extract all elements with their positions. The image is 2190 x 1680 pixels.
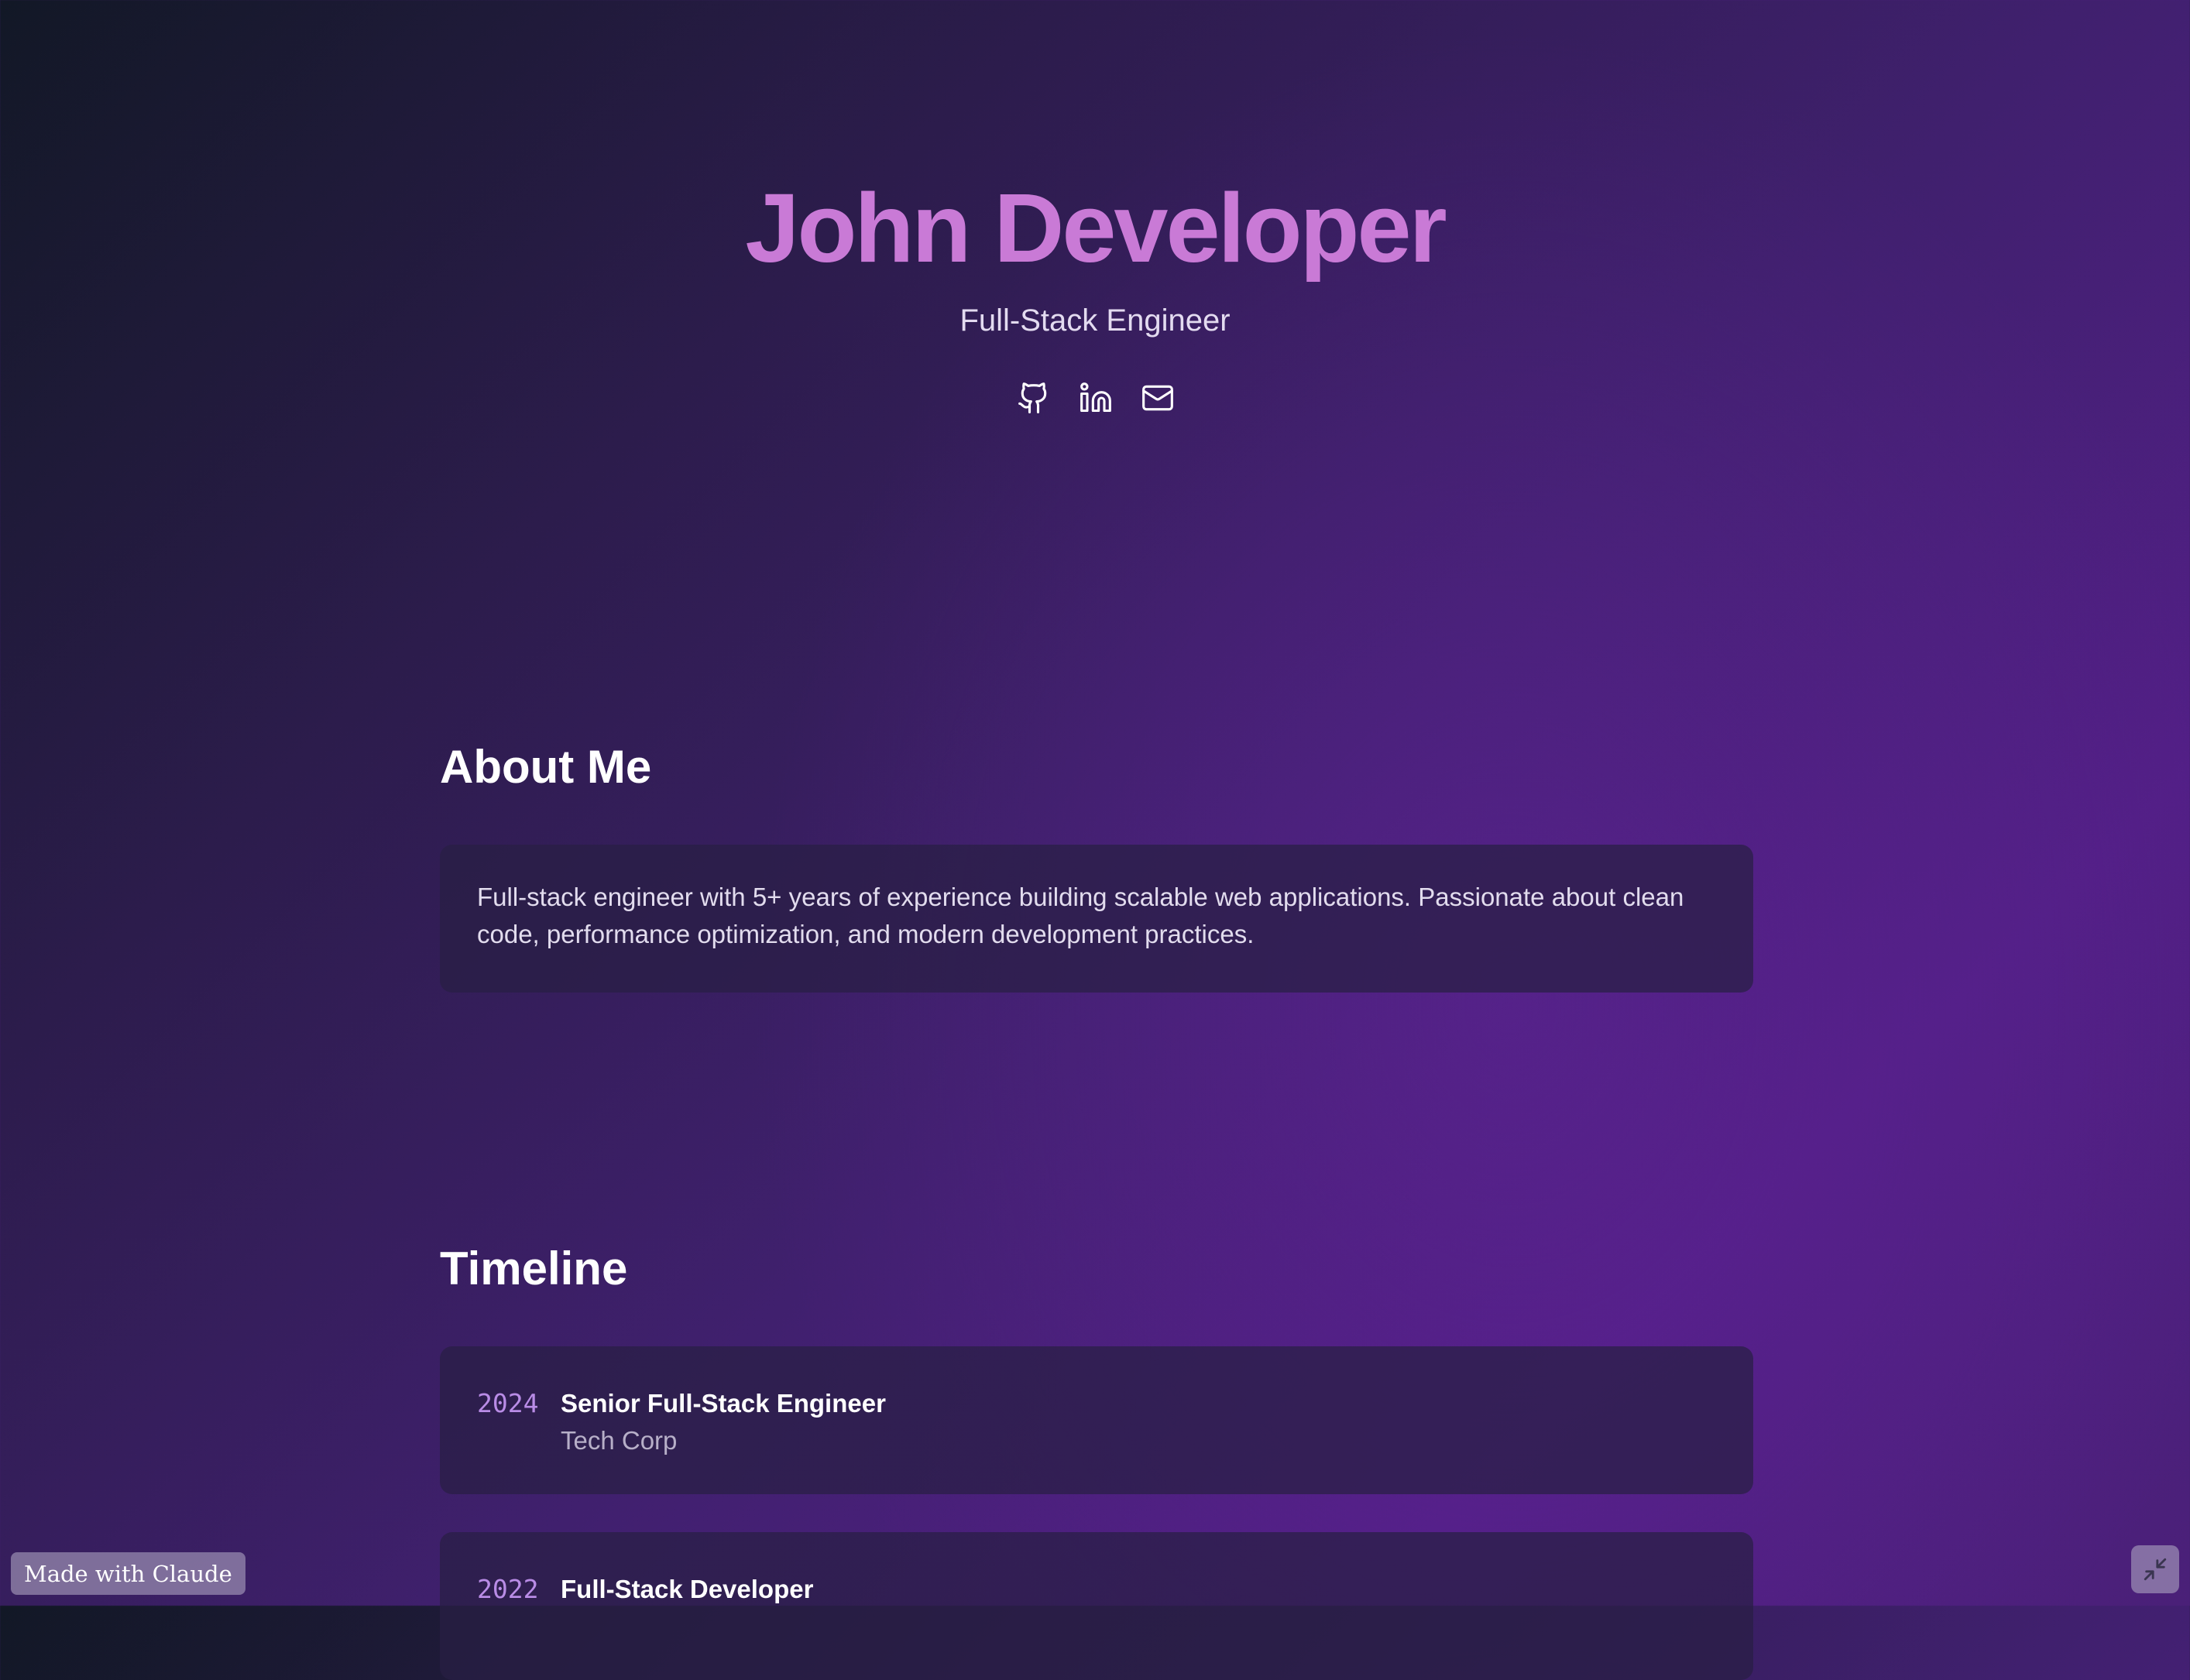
timeline-item: 2024 Senior Full-Stack Engineer Tech Cor… [440,1346,1753,1494]
email-link[interactable] [1138,379,1177,417]
timeline-company: Tech Corp [561,1426,678,1455]
social-links [1014,378,1177,418]
about-text: Full-stack engineer with 5+ years of exp… [477,883,1684,948]
about-heading: About Me [440,741,652,793]
collapse-button[interactable] [2131,1545,2179,1593]
github-link[interactable] [1014,379,1053,417]
timeline-year: 2022 [477,1574,539,1604]
collapse-icon [2144,1558,2167,1581]
timeline-title: Full-Stack Developer [561,1575,814,1603]
hero-role: Full-Stack Engineer [959,303,1231,338]
timeline-heading: Timeline [440,1243,628,1294]
github-icon [1018,382,1047,413]
hero-name: John Developer [745,173,1447,283]
timeline-year: 2024 [477,1388,539,1418]
mail-icon [1142,385,1173,411]
about-card: Full-stack engineer with 5+ years of exp… [440,845,1753,993]
made-with-claude-badge[interactable]: Made with Claude [11,1552,245,1595]
timeline-title: Senior Full-Stack Engineer [561,1389,886,1418]
linkedin-link[interactable] [1076,379,1115,417]
timeline-item: 2022 Full-Stack Developer [440,1532,1753,1680]
linkedin-icon [1080,382,1111,413]
